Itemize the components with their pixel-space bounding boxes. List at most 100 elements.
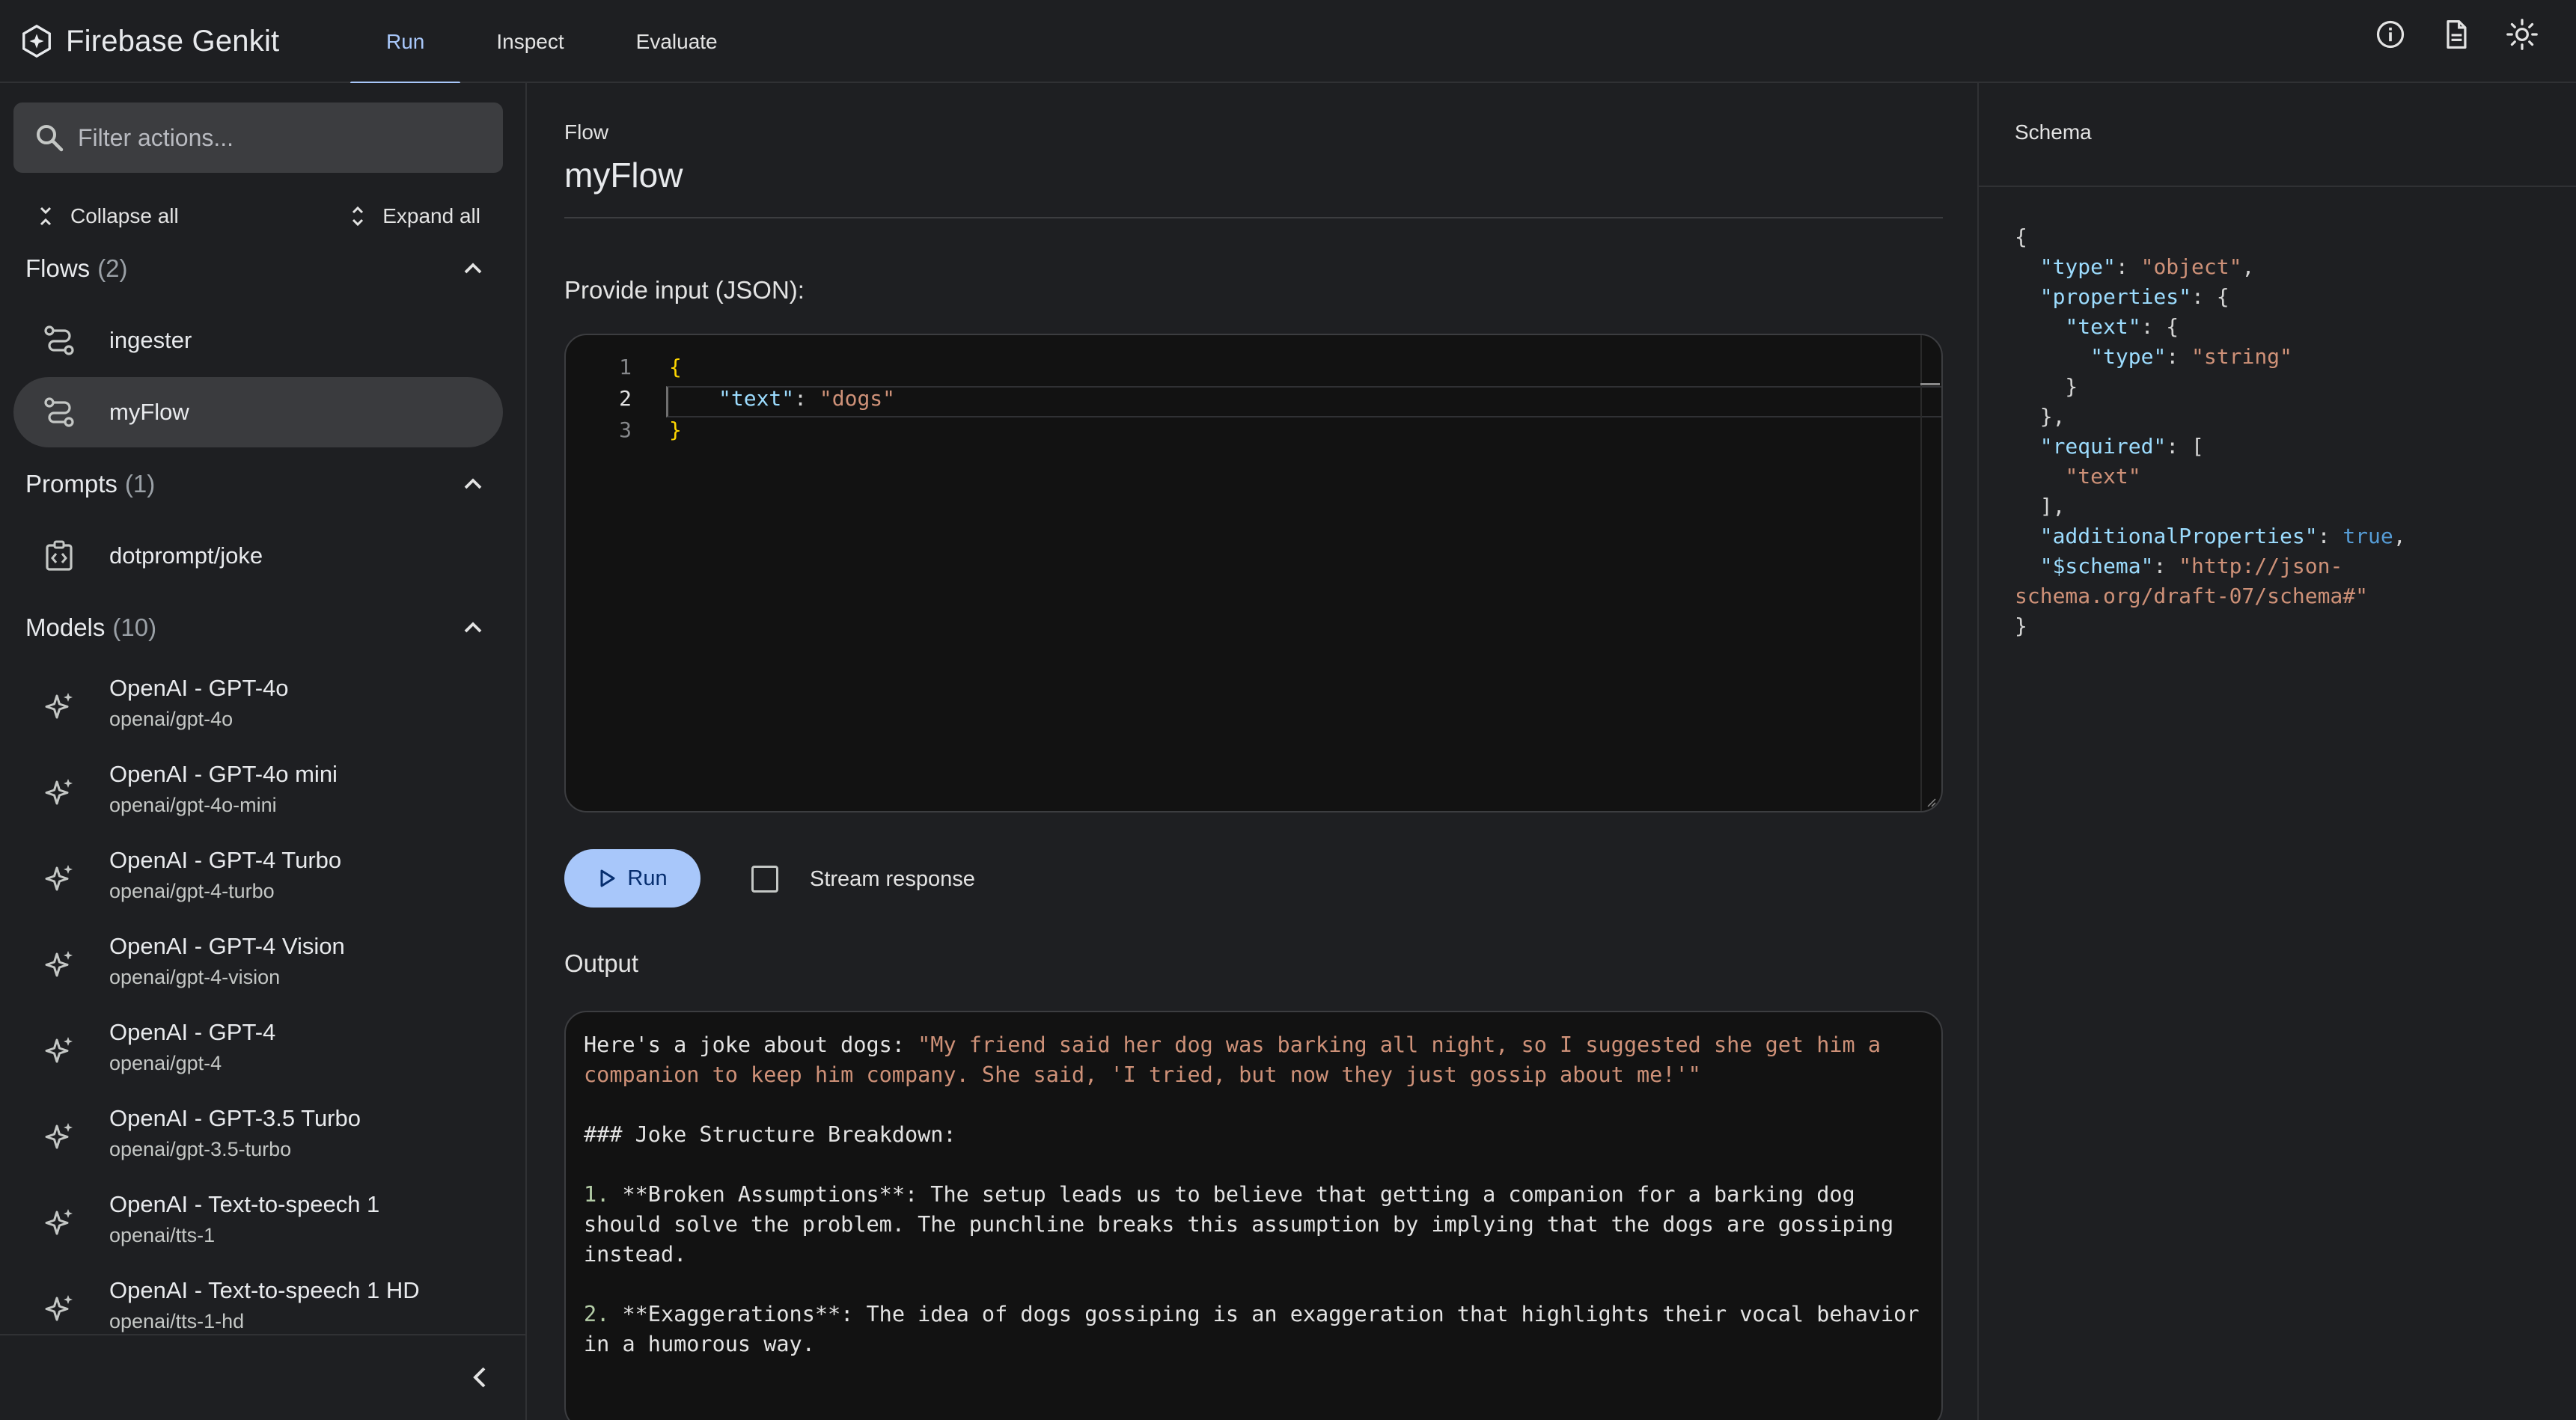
schema-line: { xyxy=(2015,222,2561,252)
editor-line: 3 } xyxy=(566,417,1913,447)
model-id: openai/gpt-4-vision xyxy=(109,966,281,988)
model-name: OpenAI - GPT-4o xyxy=(109,675,289,701)
sparkle-icon xyxy=(45,951,73,977)
flow-icon xyxy=(44,397,74,427)
stream-response-toggle[interactable]: Stream response xyxy=(751,864,975,894)
sidebar-item-model[interactable]: OpenAI - GPT-4 Vision openai/gpt-4-visio… xyxy=(13,922,503,1009)
schema-line: "text" xyxy=(2015,462,2561,492)
json-value: "object" xyxy=(2140,254,2242,279)
model-id: openai/gpt-3.5-turbo xyxy=(109,1138,292,1160)
sidebar-item-model[interactable]: OpenAI - GPT-4o openai/gpt-4o xyxy=(13,664,503,750)
sparkle-icon xyxy=(45,865,73,891)
json-input-editor[interactable]: 1 { 2 "text": "dogs" 3 } xyxy=(564,334,1943,812)
flows-section-count: (2) xyxy=(97,254,128,282)
json-brace: } xyxy=(669,417,682,442)
flows-section-header[interactable]: Flows (2) xyxy=(0,242,525,295)
collapse-sidebar-icon[interactable] xyxy=(466,1362,495,1392)
flows-section-title: Flows xyxy=(25,254,91,282)
json-colon: : xyxy=(794,386,820,411)
collapse-icon xyxy=(40,206,52,226)
json-value: "text" xyxy=(2065,464,2141,489)
line-code: "text": "dogs" xyxy=(718,386,895,411)
json-value: "string" xyxy=(2191,344,2292,369)
prompts-section-title: Prompts xyxy=(25,470,117,498)
docs-button[interactable] xyxy=(2438,16,2474,52)
schema-line: "text": { xyxy=(2065,314,2179,339)
output-paragraph: 1. **Broken Assumptions**: The setup lea… xyxy=(584,1180,1923,1270)
sidebar-item-dotprompt-joke[interactable]: dotprompt/joke xyxy=(13,521,503,591)
resize-handle-icon[interactable] xyxy=(1925,796,1937,808)
collapse-all-button[interactable]: Collapse all xyxy=(34,194,179,239)
tab-run[interactable]: Run xyxy=(350,0,461,85)
list-text: **Broken Assumptions**: The setup leads … xyxy=(584,1182,1907,1267)
model-name: OpenAI - Text-to-speech 1 xyxy=(109,1191,380,1217)
action-kind-label: Flow xyxy=(564,120,609,144)
sidebar-item-model[interactable]: OpenAI - GPT-4 openai/gpt-4 xyxy=(13,1009,503,1095)
model-name: OpenAI - Text-to-speech 1 HD xyxy=(109,1277,420,1303)
sparkle-icon xyxy=(45,693,73,719)
top-bar: Firebase Genkit Run Inspect Evaluate xyxy=(0,0,2576,85)
model-id: openai/gpt-4 xyxy=(109,1052,222,1074)
collapse-all-label: Collapse all xyxy=(70,204,179,227)
genkit-logo-icon xyxy=(22,24,51,58)
info-icon xyxy=(2376,20,2405,49)
sparkle-icon xyxy=(45,779,73,805)
filter-box[interactable] xyxy=(13,102,503,173)
line-number: 3 xyxy=(619,417,632,442)
tab-evaluate[interactable]: Evaluate xyxy=(600,0,754,83)
brand[interactable]: Firebase Genkit xyxy=(19,16,279,66)
sidebar-item-myflow[interactable]: myFlow xyxy=(13,377,503,447)
tab-inspect[interactable]: Inspect xyxy=(460,0,599,83)
sidebar-item-model[interactable]: OpenAI - GPT-3.5 Turbo openai/gpt-3.5-tu… xyxy=(13,1095,503,1181)
filter-input[interactable] xyxy=(78,123,482,152)
chevron-up-icon xyxy=(464,622,482,633)
model-name: OpenAI - GPT-4o mini xyxy=(109,761,338,787)
sidebar-item-ingester[interactable]: ingester xyxy=(13,305,503,376)
input-label: Provide input (JSON): xyxy=(564,276,805,304)
json-key: "type" xyxy=(2039,254,2116,279)
info-button[interactable] xyxy=(2372,16,2408,52)
model-name: OpenAI - GPT-4 Turbo xyxy=(109,847,342,873)
models-section-header[interactable]: Models (10) xyxy=(0,602,525,654)
sidebar-item-label: myFlow xyxy=(109,399,189,425)
stream-response-checkbox[interactable] xyxy=(751,866,778,893)
run-button[interactable]: Run xyxy=(564,849,701,908)
expand-all-label: Expand all xyxy=(382,204,480,227)
expand-all-button[interactable]: Expand all xyxy=(347,194,480,239)
json-value: true xyxy=(2342,524,2393,548)
json-brace: { xyxy=(2015,224,2027,249)
output-panel: Here's a joke about dogs: "My friend sai… xyxy=(564,1011,1943,1420)
theme-toggle-button[interactable] xyxy=(2504,16,2540,52)
main-panel: Flow myFlow Provide input (JSON): 1 { 2 … xyxy=(528,83,1977,1420)
output-label: Output xyxy=(564,949,639,977)
sparkle-icon xyxy=(45,1123,73,1149)
main-nav: Run Inspect Evaluate xyxy=(350,0,754,85)
model-id: openai/tts-1-hd xyxy=(109,1310,245,1332)
sidebar-item-model[interactable]: OpenAI - GPT-4o mini openai/gpt-4o-mini xyxy=(13,750,503,836)
sidebar-item-model[interactable]: OpenAI - GPT-4 Turbo openai/gpt-4-turbo xyxy=(13,836,503,922)
prompt-icon xyxy=(46,540,73,571)
line-number: 1 xyxy=(619,355,632,379)
chevron-up-icon xyxy=(464,263,482,274)
schema-line: "properties": { xyxy=(2039,284,2229,309)
divider xyxy=(564,217,1943,218)
line-code: } xyxy=(669,417,682,442)
sidebar: Collapse all Expand all Flows (2) ingest… xyxy=(0,83,527,1420)
schema-line: "type": "object", xyxy=(2039,254,2255,279)
output-paragraph: 2. **Exaggerations**: The idea of dogs g… xyxy=(584,1300,1923,1359)
json-key: "properties" xyxy=(2039,284,2192,309)
json-key: "required" xyxy=(2039,434,2167,459)
schema-line: }, xyxy=(2015,404,2066,429)
prompts-section-header[interactable]: Prompts (1) xyxy=(0,458,525,510)
schema-title: Schema xyxy=(2015,120,2092,144)
list-number: 2. xyxy=(584,1302,610,1326)
sidebar-item-model[interactable]: OpenAI - Text-to-speech 1 openai/tts-1 xyxy=(13,1181,503,1267)
sidebar-footer xyxy=(0,1334,525,1420)
search-icon xyxy=(37,125,64,152)
json-value: "dogs" xyxy=(819,386,896,411)
sparkle-icon xyxy=(45,1037,73,1063)
schema-line: "$schema": "http://json- xyxy=(2039,554,2343,578)
json-value: "http://json- xyxy=(2179,554,2343,578)
editor-scrollbar[interactable] xyxy=(1920,335,1941,811)
schema-line: schema.org/draft-07/schema#" xyxy=(2015,581,2561,611)
